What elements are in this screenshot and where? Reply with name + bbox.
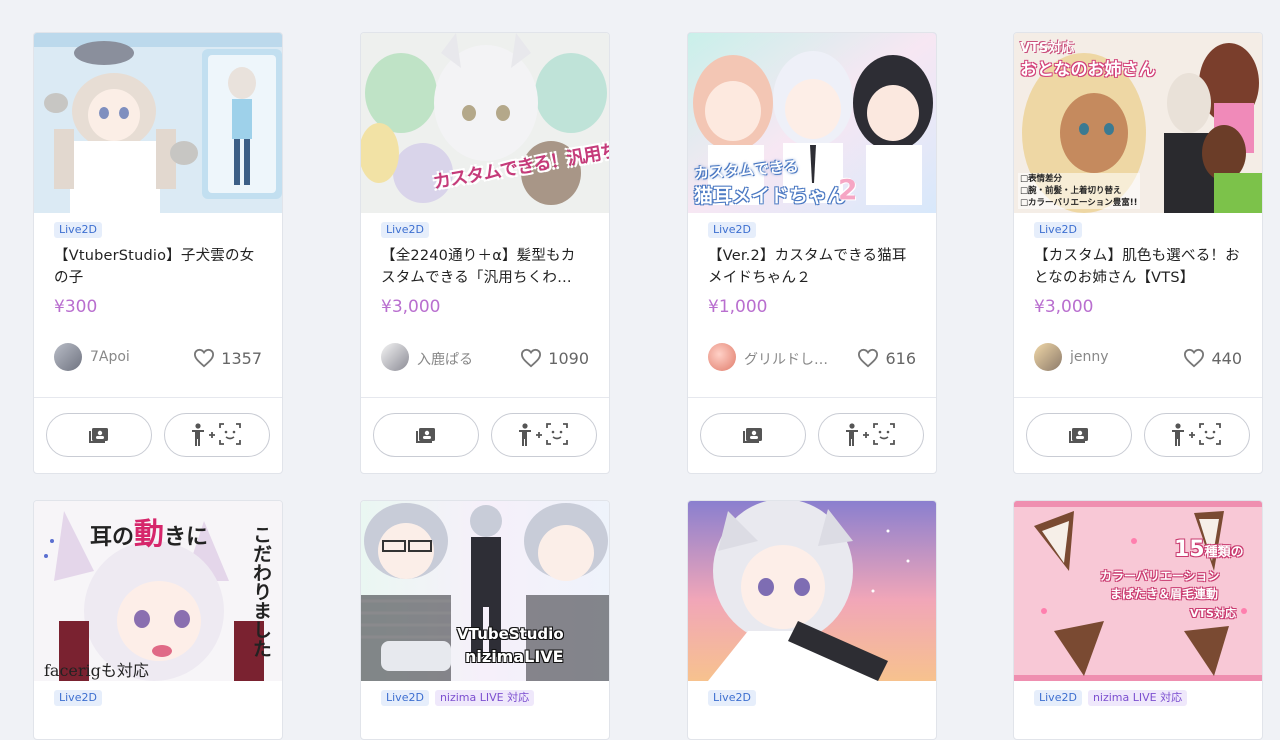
creator-avatar[interactable]	[708, 343, 736, 371]
avatar-tracking-icon	[1172, 423, 1221, 446]
product-card[interactable]: 耳の動きに こだわりました facerigも対応 Live2D	[33, 500, 283, 740]
thumbnail-caption: 種類の	[1204, 545, 1244, 560]
product-grid: Live2D 【VtuberStudio】子犬雲の女の子 ¥300 7Apoi …	[0, 0, 1280, 740]
collection-icon	[416, 428, 435, 443]
thumbnail-caption: まばたき＆眉毛連動	[1110, 587, 1219, 601]
heart-icon	[1184, 348, 1205, 368]
live2d-badge: Live2D	[708, 222, 756, 238]
thumbnail-caption: facerigも対応	[44, 661, 149, 680]
thumbnail-caption: VTS対応	[1190, 607, 1236, 620]
thumbnail-caption: 猫耳メイドちゃん	[694, 185, 847, 207]
nizima-live-badge: nizima LIVE 対応	[434, 690, 535, 706]
product-thumbnail[interactable]: カスタムできる 猫耳メイドちゃん 2	[688, 33, 936, 213]
thumbnail-illustration	[34, 33, 282, 213]
product-title[interactable]: 【カスタム】肌色も選べる！おとなのお姉さん【VTS】	[1034, 245, 1242, 289]
add-to-collection-button[interactable]	[46, 413, 152, 457]
product-card[interactable]: カスタムできる！汎用ちくわちゃん Live2D 【全2240通り＋α】髪型もカス…	[360, 32, 610, 474]
live2d-badge: Live2D	[381, 690, 429, 706]
live2d-badge: Live2D	[708, 690, 756, 706]
add-to-collection-button[interactable]	[700, 413, 806, 457]
add-to-collection-button[interactable]	[1026, 413, 1132, 457]
product-card[interactable]: Live2D 【VtuberStudio】子犬雲の女の子 ¥300 7Apoi …	[33, 32, 283, 474]
like-button[interactable]: 1357	[193, 348, 262, 368]
product-title[interactable]: 【Ver.2】カスタムできる猫耳メイドちゃん２	[708, 245, 916, 289]
product-price: ¥300	[54, 297, 98, 317]
product-thumbnail[interactable]	[688, 501, 936, 681]
product-thumbnail[interactable]: カスタムできる！汎用ちくわちゃん	[361, 33, 609, 213]
thumbnail-caption: VTS対応	[1020, 41, 1075, 56]
like-count: 1357	[221, 348, 262, 368]
like-button[interactable]: 1090	[520, 348, 589, 368]
thumbnail-caption: VTubeStudio	[457, 625, 564, 643]
avatar-tracking-icon	[519, 423, 568, 446]
avatar-tracking-icon	[192, 423, 241, 446]
thumbnail-caption: 耳の	[90, 525, 135, 550]
live2d-badge: Live2D	[1034, 222, 1082, 238]
product-card[interactable]: Live2D	[687, 500, 937, 740]
like-count: 1090	[548, 348, 589, 368]
try-avatar-button[interactable]	[818, 413, 924, 457]
thumbnail-caption: □腕・前髪・上着切り替え	[1020, 186, 1122, 196]
product-title[interactable]: 【全2240通り＋α】髪型もカスタムできる「汎用ちくわ…	[381, 245, 589, 289]
thumbnail-caption: こだわりました	[250, 525, 272, 658]
collection-icon	[1069, 428, 1088, 443]
thumbnail-illustration	[688, 501, 936, 681]
thumbnail-caption: □カラーバリエーション豊富!!	[1020, 198, 1138, 208]
like-count: 440	[1211, 348, 1242, 368]
product-title[interactable]: 【VtuberStudio】子犬雲の女の子	[54, 245, 262, 289]
creator-name[interactable]: 7Apoi	[90, 349, 130, 365]
product-thumbnail[interactable]: 15種類の カラーバリエーション まばたき＆眉毛連動 VTS対応	[1014, 501, 1262, 681]
product-thumbnail[interactable]: VTubeStudio nizimaLIVE	[361, 501, 609, 681]
try-avatar-button[interactable]	[164, 413, 270, 457]
add-to-collection-button[interactable]	[373, 413, 479, 457]
product-thumbnail[interactable]: VTS対応 おとなのお姉さん □表情差分 □腕・前髪・上着切り替え □カラーバリ…	[1014, 33, 1262, 213]
card-divider	[1014, 397, 1262, 398]
thumbnail-caption: 2	[838, 173, 858, 206]
creator-name[interactable]: 入鹿ぱる	[417, 349, 473, 369]
thumbnail-caption: カラーバリエーション	[1100, 569, 1220, 583]
collection-icon	[743, 428, 762, 443]
creator-avatar[interactable]	[1034, 343, 1062, 371]
like-count: 616	[885, 348, 916, 368]
creator-avatar[interactable]	[381, 343, 409, 371]
product-card[interactable]: VTS対応 おとなのお姉さん □表情差分 □腕・前髪・上着切り替え □カラーバリ…	[1013, 32, 1263, 474]
live2d-badge: Live2D	[54, 690, 102, 706]
thumbnail-illustration	[361, 33, 609, 213]
creator-name[interactable]: グリルドし…	[744, 349, 828, 369]
thumbnail-caption: 15	[1174, 537, 1205, 562]
heart-icon	[521, 348, 542, 368]
thumbnail-caption: nizimaLIVE	[465, 647, 564, 666]
product-price: ¥3,000	[1034, 297, 1094, 317]
like-button[interactable]: 440	[1183, 348, 1242, 368]
heart-icon	[858, 348, 879, 368]
live2d-badge: Live2D	[381, 222, 429, 238]
product-price: ¥3,000	[381, 297, 441, 317]
nizima-live-badge: nizima LIVE 対応	[1087, 690, 1188, 706]
live2d-badge: Live2D	[54, 222, 102, 238]
thumbnail-caption: きに	[164, 525, 209, 550]
card-divider	[688, 397, 936, 398]
live2d-badge: Live2D	[1034, 690, 1082, 706]
product-card[interactable]: 15種類の カラーバリエーション まばたき＆眉毛連動 VTS対応 Live2D …	[1013, 500, 1263, 740]
heart-icon	[194, 348, 215, 368]
thumbnail-caption: おとなのお姉さん	[1020, 60, 1156, 80]
like-button[interactable]: 616	[857, 348, 916, 368]
thumbnail-caption: 動	[134, 517, 165, 552]
product-thumbnail[interactable]	[34, 33, 282, 213]
thumbnail-caption: □表情差分	[1020, 174, 1063, 184]
product-thumbnail[interactable]: 耳の動きに こだわりました facerigも対応	[34, 501, 282, 681]
try-avatar-button[interactable]	[491, 413, 597, 457]
product-card[interactable]: VTubeStudio nizimaLIVE Live2D nizima LIV…	[360, 500, 610, 740]
product-price: ¥1,000	[708, 297, 768, 317]
card-divider	[361, 397, 609, 398]
product-card[interactable]: カスタムできる 猫耳メイドちゃん 2 Live2D 【Ver.2】カスタムできる…	[687, 32, 937, 474]
card-divider	[34, 397, 282, 398]
creator-avatar[interactable]	[54, 343, 82, 371]
avatar-tracking-icon	[846, 423, 895, 446]
creator-name[interactable]: jenny	[1070, 349, 1109, 365]
collection-icon	[89, 428, 108, 443]
try-avatar-button[interactable]	[1144, 413, 1250, 457]
